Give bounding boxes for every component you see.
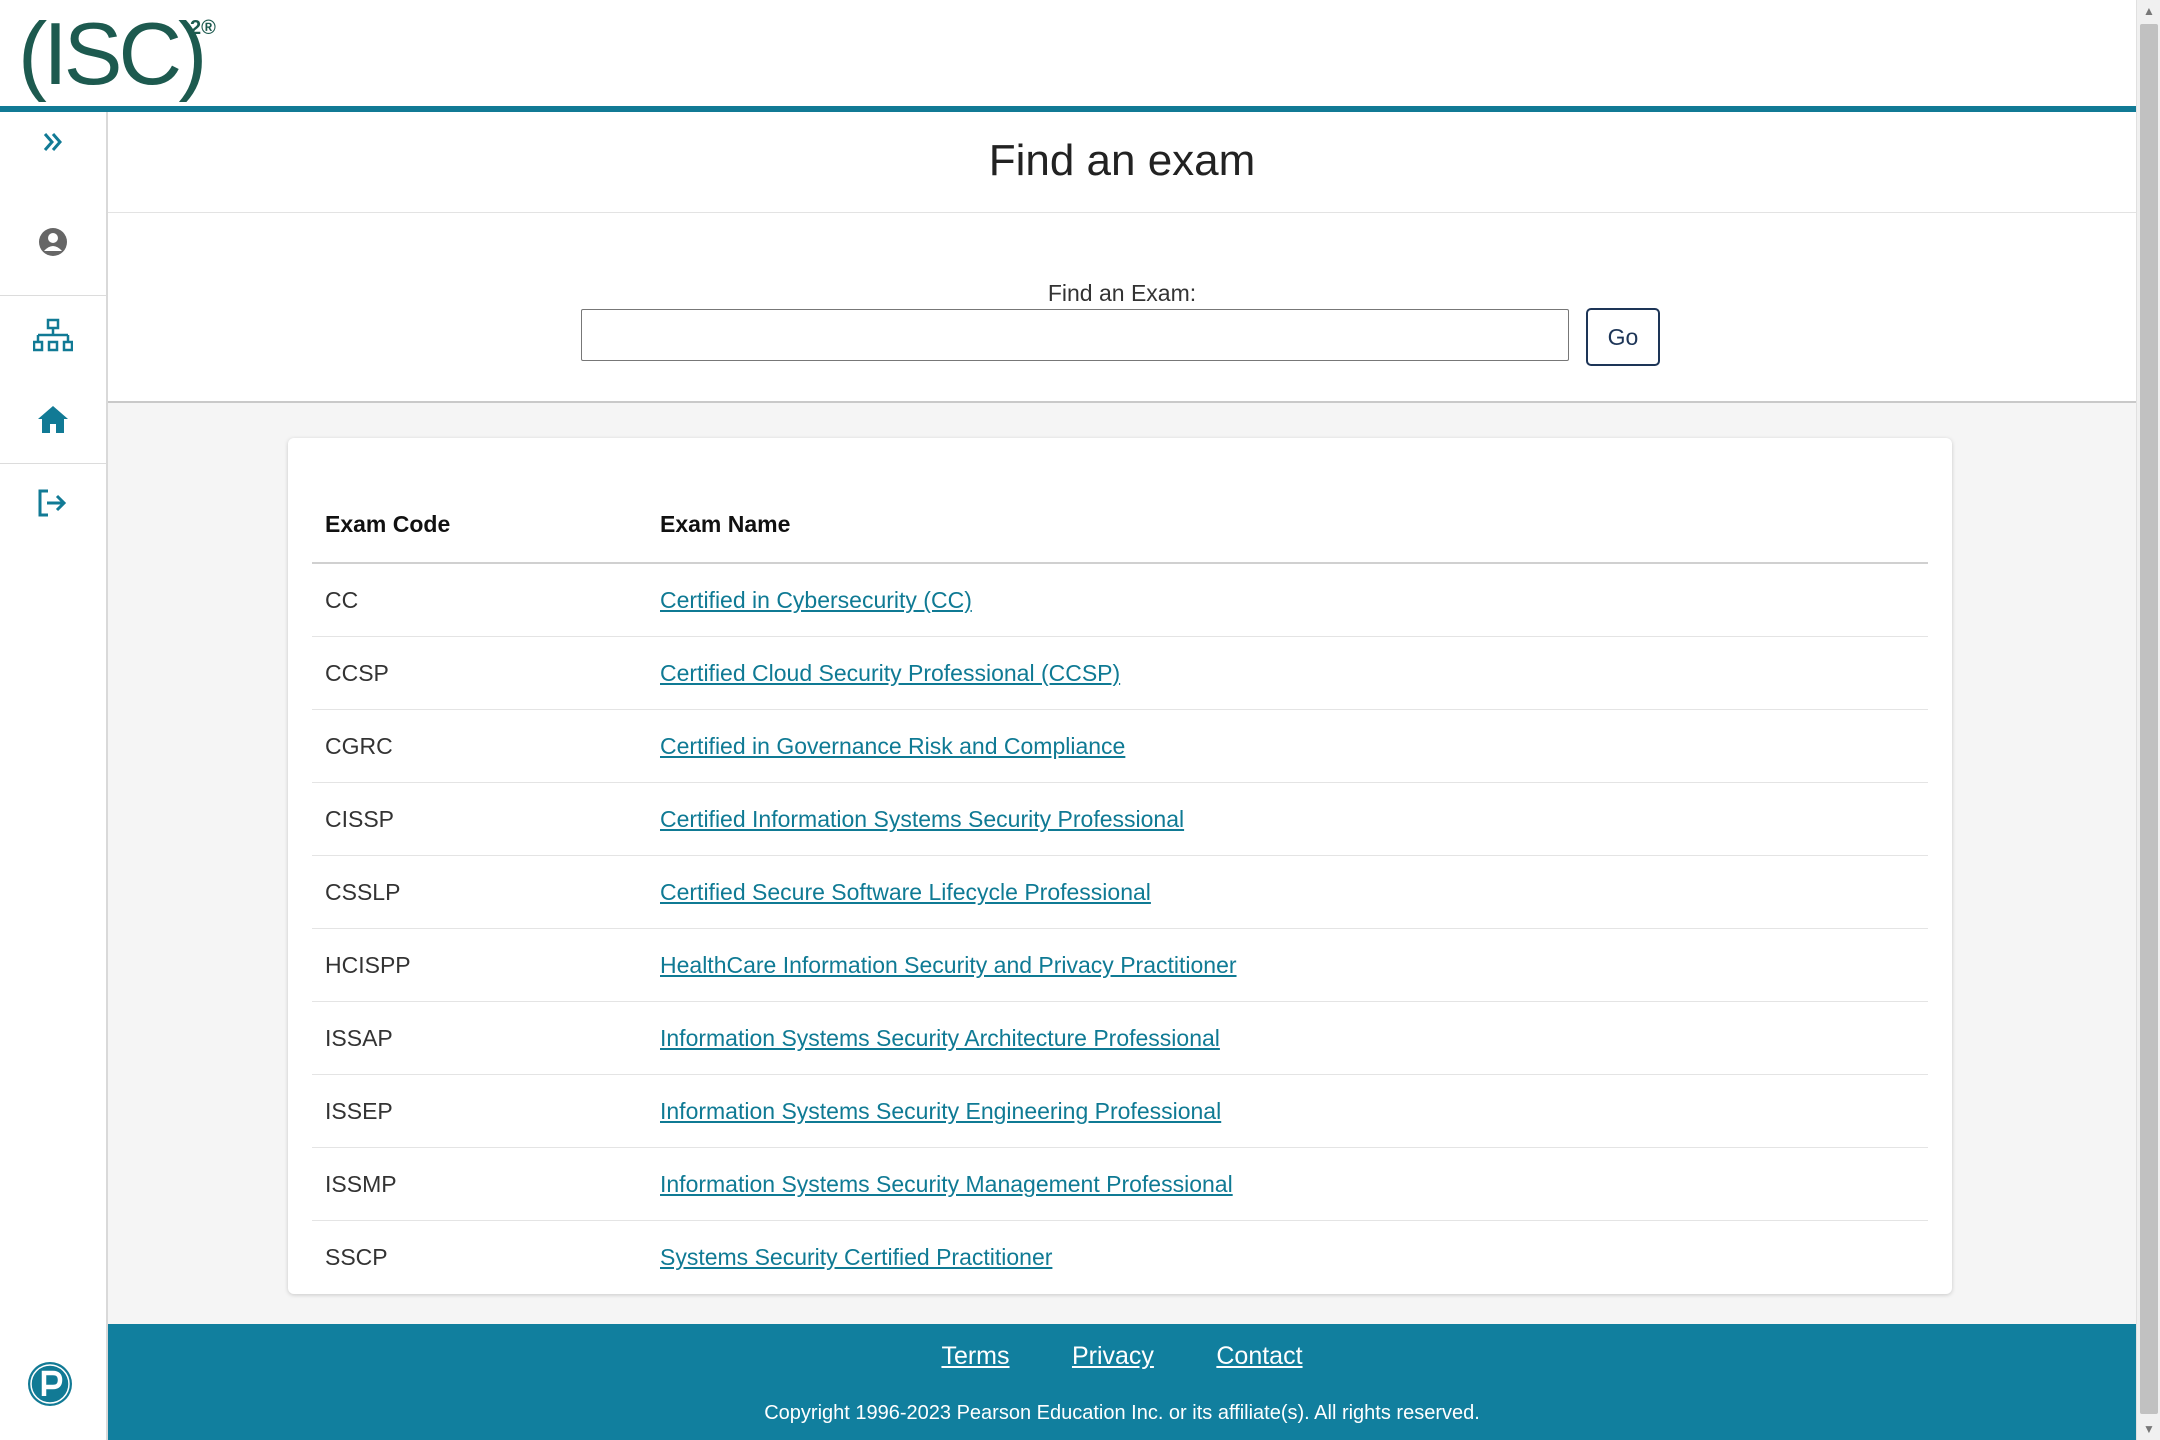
sidebar-item-sitemap[interactable] bbox=[0, 306, 106, 366]
table-row: ISSAP Information Systems Security Archi… bbox=[312, 1001, 1928, 1075]
exam-link[interactable]: Certified Cloud Security Professional (C… bbox=[660, 660, 1120, 686]
go-button[interactable]: Go bbox=[1586, 308, 1660, 366]
contact-link[interactable]: Contact bbox=[1216, 1342, 1302, 1370]
sidebar-divider bbox=[0, 463, 106, 464]
exam-code: HCISPP bbox=[312, 928, 647, 1002]
exam-link[interactable]: Certified Secure Software Lifecycle Prof… bbox=[660, 879, 1151, 905]
exam-name-cell: Information Systems Security Engineering… bbox=[647, 1074, 1928, 1148]
exam-link[interactable]: Certified in Governance Risk and Complia… bbox=[660, 733, 1125, 759]
site-header: (ISC) 2® bbox=[0, 0, 2136, 112]
exam-code: ISSMP bbox=[312, 1147, 647, 1221]
sidebar-item-profile[interactable] bbox=[0, 212, 106, 272]
scroll-down-arrow-icon[interactable]: ▼ bbox=[2137, 1418, 2160, 1440]
sidebar-expand-button[interactable] bbox=[0, 112, 106, 172]
privacy-link[interactable]: Privacy bbox=[1072, 1342, 1154, 1370]
exam-link[interactable]: HealthCare Information Security and Priv… bbox=[660, 952, 1237, 978]
terms-link[interactable]: Terms bbox=[941, 1342, 1009, 1370]
table-header-row: Exam Code Exam Name bbox=[312, 438, 1928, 564]
exam-link[interactable]: Systems Security Certified Practitioner bbox=[660, 1244, 1052, 1270]
exam-link[interactable]: Certified Information Systems Security P… bbox=[660, 806, 1184, 832]
column-header-exam-code: Exam Code bbox=[312, 438, 647, 564]
page-title: Find an exam bbox=[988, 136, 1256, 185]
exam-name-cell: Information Systems Security Management … bbox=[647, 1147, 1928, 1221]
exam-code: ISSAP bbox=[312, 1001, 647, 1075]
title-bar: Find an exam bbox=[108, 112, 2136, 213]
table-row: CCSP Certified Cloud Security Profession… bbox=[312, 636, 1928, 710]
exam-link[interactable]: Certified in Cybersecurity (CC) bbox=[660, 587, 972, 613]
scroll-up-arrow-icon[interactable]: ▲ bbox=[2137, 0, 2160, 22]
search-input[interactable] bbox=[581, 309, 1569, 361]
user-circle-icon bbox=[39, 228, 67, 256]
exam-name-cell: HealthCare Information Security and Priv… bbox=[647, 928, 1928, 1002]
table-row: CISSP Certified Information Systems Secu… bbox=[312, 782, 1928, 856]
main-content: Find an exam Find an Exam: Go Exam Code … bbox=[108, 112, 2136, 1440]
exam-link[interactable]: Information Systems Security Architectur… bbox=[660, 1025, 1220, 1051]
exam-name-cell: Information Systems Security Architectur… bbox=[647, 1001, 1928, 1075]
scrollbar-thumb[interactable] bbox=[2140, 24, 2158, 1414]
exam-code: CC bbox=[312, 563, 647, 637]
exam-list-card: Exam Code Exam Name CC Certified in Cybe… bbox=[288, 438, 1952, 1294]
table-row: HCISPP HealthCare Information Security a… bbox=[312, 928, 1928, 1002]
table-row: CC Certified in Cybersecurity (CC) bbox=[312, 563, 1928, 637]
exam-name-cell: Certified Information Systems Security P… bbox=[647, 782, 1928, 856]
isc2-logo[interactable]: (ISC) 2® bbox=[18, 4, 228, 102]
exam-link[interactable]: Information Systems Security Management … bbox=[660, 1171, 1233, 1197]
exam-code: SSCP bbox=[325, 1243, 388, 1270]
table-row: ISSMP Information Systems Security Manag… bbox=[312, 1147, 1928, 1221]
exam-code: CCSP bbox=[312, 636, 647, 710]
exam-code: CGRC bbox=[312, 709, 647, 783]
sidebar-divider bbox=[0, 295, 106, 296]
exam-name-cell: Certified Cloud Security Professional (C… bbox=[647, 636, 1928, 710]
sidebar-item-home[interactable] bbox=[0, 389, 106, 449]
sidebar bbox=[0, 112, 108, 1440]
pearson-logo-icon[interactable] bbox=[26, 1360, 74, 1408]
exam-table: Exam Code Exam Name CC Certified in Cybe… bbox=[312, 438, 1928, 1293]
sign-out-icon bbox=[38, 489, 67, 517]
double-chevron-right-icon bbox=[43, 133, 62, 151]
logo-superscript: 2® bbox=[190, 17, 216, 39]
exam-name-cell: Certified in Governance Risk and Complia… bbox=[647, 709, 1928, 783]
home-icon bbox=[38, 406, 68, 433]
logo-text: (ISC) bbox=[18, 4, 203, 102]
exam-code: ISSEP bbox=[312, 1074, 647, 1148]
search-area bbox=[108, 213, 2136, 403]
copyright-text: Copyright 1996-2023 Pearson Education In… bbox=[764, 1402, 1480, 1424]
exam-code: CISSP bbox=[312, 782, 647, 856]
exam-name-cell: Systems Security Certified Practitioner bbox=[647, 1221, 1928, 1294]
exam-link[interactable]: Information Systems Security Engineering… bbox=[660, 1098, 1221, 1124]
table-row: ISSEP Information Systems Security Engin… bbox=[312, 1074, 1928, 1148]
exam-code: CSSLP bbox=[312, 855, 647, 929]
column-header-exam-name: Exam Name bbox=[647, 438, 1928, 564]
table-row: SSCP Systems Security Certified Practiti… bbox=[312, 1221, 1928, 1294]
footer-links: Terms Privacy Contact bbox=[108, 1342, 2136, 1371]
exam-name-cell: Certified in Cybersecurity (CC) bbox=[647, 563, 1928, 637]
vertical-scrollbar[interactable]: ▲ ▼ bbox=[2136, 0, 2160, 1440]
search-label: Find an Exam: bbox=[1047, 280, 1197, 306]
exam-name-cell: Certified Secure Software Lifecycle Prof… bbox=[647, 855, 1928, 929]
sitemap-icon bbox=[33, 318, 73, 352]
sidebar-item-sign-out[interactable] bbox=[0, 473, 106, 533]
site-footer: Terms Privacy Contact Copyright 1996-202… bbox=[108, 1324, 2136, 1440]
table-row: CGRC Certified in Governance Risk and Co… bbox=[312, 709, 1928, 783]
table-row: CSSLP Certified Secure Software Lifecycl… bbox=[312, 855, 1928, 929]
